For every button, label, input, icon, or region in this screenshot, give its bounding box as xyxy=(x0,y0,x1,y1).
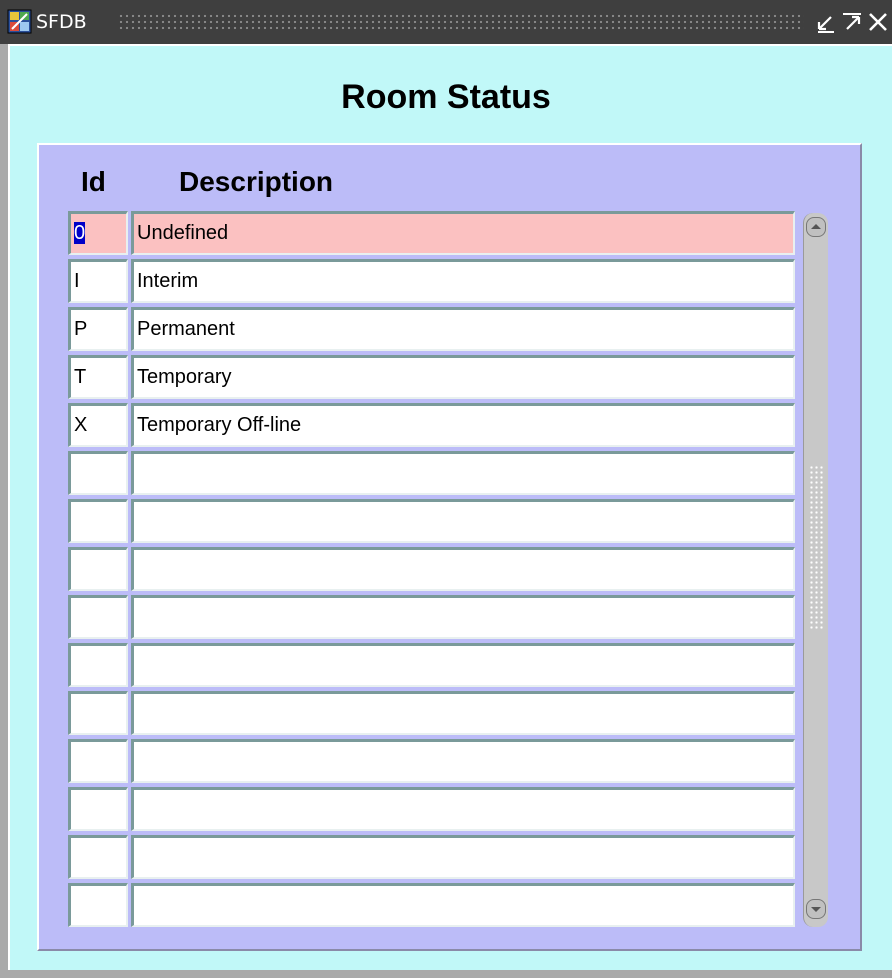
description-field[interactable] xyxy=(131,547,795,591)
scroll-up-button[interactable] xyxy=(806,217,826,237)
id-field[interactable]: T xyxy=(68,355,128,399)
page-title: Room Status xyxy=(341,78,551,116)
description-field[interactable] xyxy=(131,499,795,543)
app-icon xyxy=(7,9,32,34)
description-field[interactable] xyxy=(131,787,795,831)
minimize-icon[interactable] xyxy=(814,10,838,34)
application-window: SFDB Room Status Id Description 0 Undefin… xyxy=(0,0,892,978)
maximize-icon[interactable] xyxy=(840,10,864,34)
id-field[interactable] xyxy=(68,595,128,639)
id-field[interactable] xyxy=(68,643,128,687)
arrow-up-icon xyxy=(811,224,821,229)
id-value: I xyxy=(74,270,80,292)
description-field[interactable]: Temporary xyxy=(131,355,795,399)
description-field[interactable] xyxy=(131,883,795,927)
id-value: 0 xyxy=(74,222,86,244)
close-icon[interactable] xyxy=(866,10,890,34)
vertical-scrollbar[interactable] xyxy=(803,213,828,927)
description-value: Undefined xyxy=(137,222,229,244)
id-field[interactable] xyxy=(68,691,128,735)
id-field[interactable] xyxy=(68,835,128,879)
description-field[interactable]: Temporary Off-line xyxy=(131,403,795,447)
description-field[interactable] xyxy=(131,643,795,687)
id-field[interactable] xyxy=(68,499,128,543)
id-field[interactable] xyxy=(68,451,128,495)
description-value: Interim xyxy=(137,270,199,292)
arrow-down-icon xyxy=(811,907,821,912)
id-value: X xyxy=(74,414,88,436)
id-field[interactable]: 0 xyxy=(68,211,128,255)
id-field[interactable]: I xyxy=(68,259,128,303)
title-bar-texture xyxy=(118,13,804,32)
description-value: Temporary Off-line xyxy=(137,414,302,436)
description-field[interactable] xyxy=(131,835,795,879)
description-field[interactable]: Interim xyxy=(131,259,795,303)
description-field[interactable] xyxy=(131,595,795,639)
description-field[interactable] xyxy=(131,691,795,735)
description-value: Temporary xyxy=(137,366,232,388)
id-value: P xyxy=(74,318,88,340)
description-field[interactable] xyxy=(131,739,795,783)
description-field[interactable] xyxy=(131,451,795,495)
id-field[interactable] xyxy=(68,787,128,831)
id-field[interactable] xyxy=(68,739,128,783)
column-header-description: Description xyxy=(179,166,334,197)
column-header-id: Id xyxy=(81,166,106,197)
id-field[interactable] xyxy=(68,547,128,591)
description-value: Permanent xyxy=(137,318,235,340)
id-field[interactable]: X xyxy=(68,403,128,447)
title-bar[interactable]: SFDB xyxy=(0,0,892,44)
id-field[interactable] xyxy=(68,883,128,927)
description-field[interactable]: Undefined xyxy=(131,211,795,255)
scroll-down-button[interactable] xyxy=(806,899,826,919)
id-field[interactable]: P xyxy=(68,307,128,351)
id-value: T xyxy=(74,366,87,388)
description-field[interactable]: Permanent xyxy=(131,307,795,351)
scroll-thumb-grip[interactable] xyxy=(809,465,823,630)
window-title: SFDB xyxy=(36,11,87,33)
